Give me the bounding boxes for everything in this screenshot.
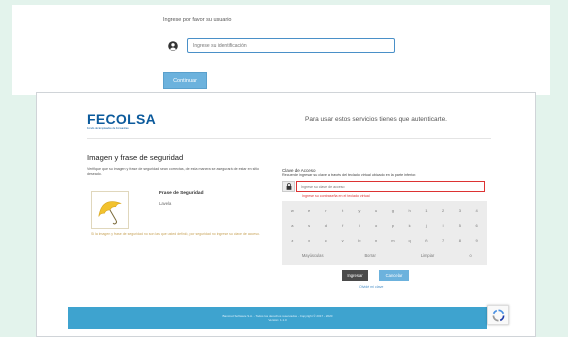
lock-icon — [282, 181, 295, 192]
keyboard-key[interactable]: 4 — [468, 204, 485, 217]
umbrella-icon — [98, 201, 122, 225]
keyboard-key[interactable]: w — [284, 204, 301, 217]
keyboard-key[interactable]: f — [334, 219, 351, 232]
keyboard-key[interactable]: m — [385, 234, 402, 247]
access-key-row — [282, 181, 486, 192]
keyboard-key[interactable]: 0 — [456, 249, 485, 262]
keyboard-key[interactable]: 7 — [435, 234, 452, 247]
keyboard-row: a s d f i o p k j l 5 6 — [284, 219, 485, 232]
keyboard-key[interactable]: 3 — [452, 204, 469, 217]
keyboard-key[interactable]: l — [435, 219, 452, 232]
virtual-keyboard: w e r t y u g h 1 2 3 4 a s d f i o p k … — [282, 201, 487, 265]
logo-subtitle: Fondo de Empleados de Fonsanitas — [87, 127, 129, 130]
keyboard-key[interactable]: 8 — [452, 234, 469, 247]
keyboard-key[interactable]: r — [318, 204, 335, 217]
keyboard-key[interactable]: n — [368, 234, 385, 247]
keyboard-key[interactable]: b — [351, 234, 368, 247]
access-key-input[interactable] — [296, 181, 485, 192]
access-key-description: Recuerde ingresar su clave a través del … — [282, 173, 417, 177]
keyboard-row: Mayúsculas Borrar Limpiar 0 — [284, 249, 485, 262]
keyboard-key[interactable]: 1 — [418, 204, 435, 217]
keyboard-key[interactable]: j — [418, 219, 435, 232]
keyboard-key[interactable]: u — [368, 204, 385, 217]
keyboard-key[interactable]: t — [334, 204, 351, 217]
keyboard-key[interactable]: i — [351, 219, 368, 232]
keyboard-key[interactable]: 5 — [452, 219, 469, 232]
forgot-password-link[interactable]: Olvidé mi clave — [359, 285, 383, 289]
auth-modal: FECOLSA Fondo de Empleados de Fonsanitas… — [36, 92, 536, 337]
keyboard-key[interactable]: h — [401, 204, 418, 217]
keyboard-key[interactable]: v — [334, 234, 351, 247]
keyboard-key[interactable]: k — [401, 219, 418, 232]
keyboard-key[interactable]: z — [284, 234, 301, 247]
username-row — [163, 37, 395, 54]
keyboard-key[interactable]: g — [385, 204, 402, 217]
keyboard-key[interactable]: ñ — [418, 234, 435, 247]
user-circle-icon — [163, 37, 183, 54]
keyboard-key[interactable]: d — [318, 219, 335, 232]
footer-version: Versión: 1.1.0 — [268, 318, 287, 322]
security-title: Imagen y frase de seguridad — [87, 153, 184, 162]
auth-message: Para usar estos servicios tienes que aut… — [305, 116, 447, 123]
keyboard-key[interactable]: p — [385, 219, 402, 232]
keyboard-shift-key[interactable]: Mayúsculas — [284, 249, 341, 262]
keyboard-key[interactable]: c — [318, 234, 335, 247]
security-description: Verifique que su imagen y frase de segur… — [87, 167, 260, 176]
phrase-label: Frase de Seguridad — [159, 191, 204, 196]
keyboard-key[interactable]: q — [401, 234, 418, 247]
username-input[interactable] — [187, 38, 395, 53]
recaptcha-badge[interactable] — [487, 305, 509, 325]
modal-footer: Bancred Software S.A. - Todos los derech… — [68, 307, 487, 329]
cancel-button[interactable]: Cancelar — [379, 270, 409, 281]
keyboard-key[interactable]: o — [368, 219, 385, 232]
security-warning: Si la imagen y frase de seguridad no son… — [91, 232, 260, 236]
keyboard-key[interactable]: y — [351, 204, 368, 217]
keyboard-key[interactable]: 2 — [435, 204, 452, 217]
keyboard-key[interactable]: 9 — [468, 234, 485, 247]
logo-text: FECOLSA — [87, 111, 156, 127]
phrase-value: Lavela — [159, 201, 172, 206]
keyboard-delete-key[interactable]: Borrar — [341, 249, 398, 262]
access-key-error: Ingrese su contraseña en el teclado virt… — [302, 194, 370, 198]
username-prompt: Ingrese por favor su usuario — [163, 17, 232, 23]
keyboard-row: w e r t y u g h 1 2 3 4 — [284, 204, 485, 217]
keyboard-key[interactable]: 6 — [468, 219, 485, 232]
keyboard-clear-key[interactable]: Limpiar — [399, 249, 456, 262]
keyboard-key[interactable]: e — [301, 204, 318, 217]
continue-button[interactable]: Continuar — [163, 72, 207, 89]
fecolsa-logo: FECOLSA Fondo de Empleados de Fonsanitas — [87, 112, 159, 132]
header-divider — [87, 138, 491, 139]
recaptcha-icon — [492, 309, 504, 321]
login-button[interactable]: Ingresar — [342, 270, 368, 281]
keyboard-key[interactable]: x — [301, 234, 318, 247]
keyboard-key[interactable]: s — [301, 219, 318, 232]
keyboard-row: z x c v b n m q ñ 7 8 9 — [284, 234, 485, 247]
keyboard-key[interactable]: a — [284, 219, 301, 232]
security-image — [91, 191, 129, 229]
